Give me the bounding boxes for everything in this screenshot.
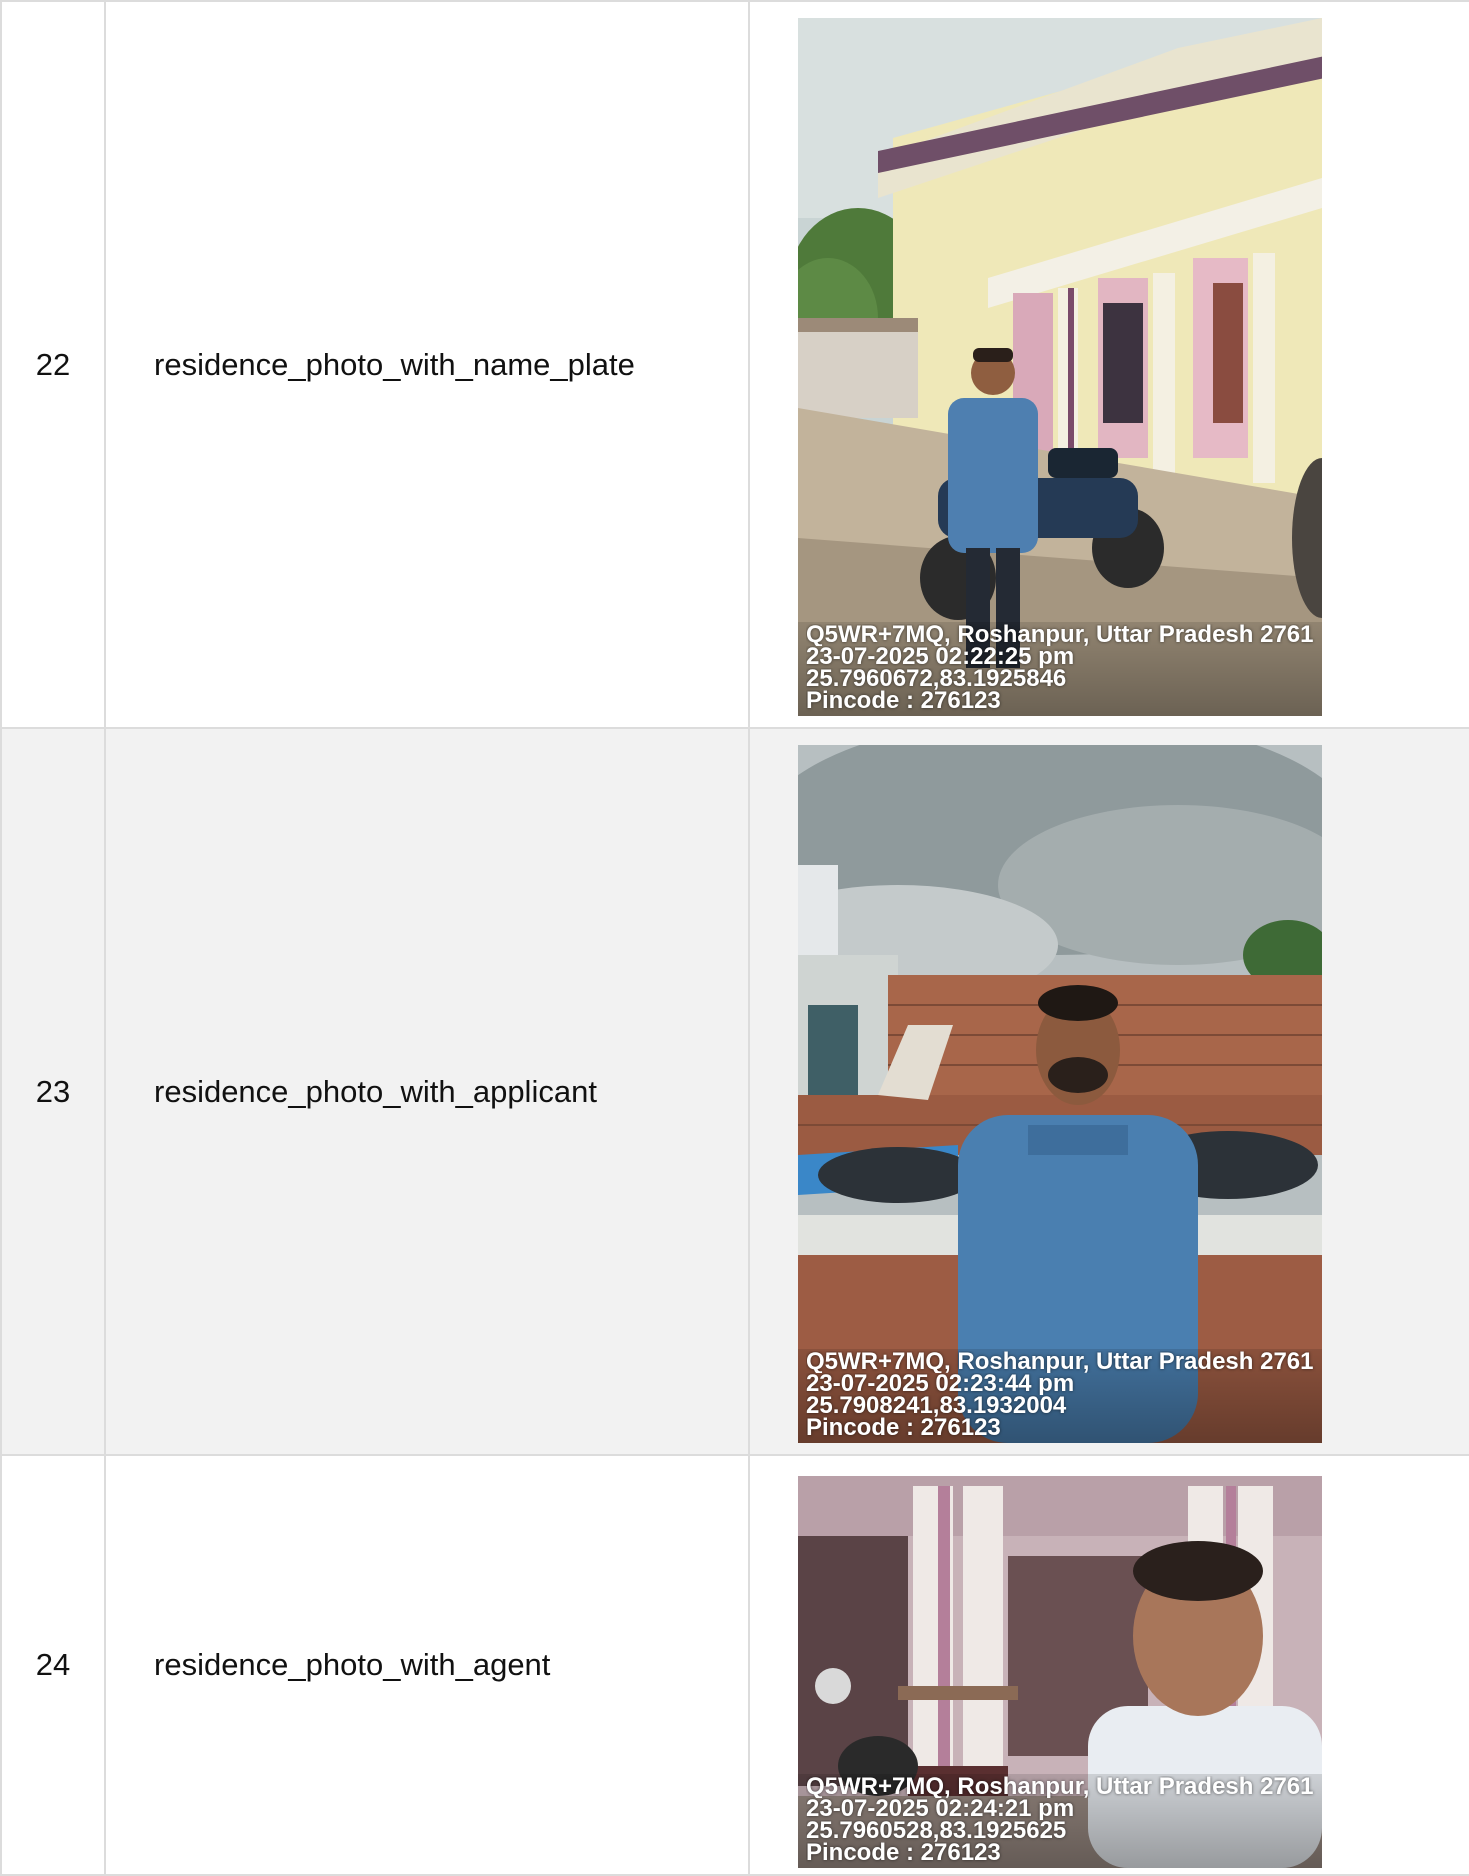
geotag-pincode: Pincode : 276123	[806, 689, 1001, 712]
geotag-address: Q5WR+7MQ, Roshanpur, Uttar Pradesh 2761	[806, 1350, 1314, 1373]
geotag-coordinates: 25.7960672,83.1925846	[806, 667, 1067, 690]
geotag-coordinates: 25.7908241,83.1932004	[806, 1394, 1067, 1417]
geotag-coordinates: 25.7960528,83.1925625	[806, 1820, 1067, 1842]
residence-photo-agent[interactable]: Q5WR+7MQ, Roshanpur, Uttar Pradesh 2761 …	[798, 1476, 1322, 1868]
row-number: 23	[0, 727, 106, 1456]
table-row: 24 residence_photo_with_agent Q5WR+7MQ, …	[0, 1454, 1469, 1876]
row-label: residence_photo_with_agent	[104, 1454, 750, 1876]
photo-scene	[798, 744, 1322, 1443]
table-row: 23 residence_photo_with_applicant Q5WR+7…	[0, 727, 1469, 1456]
table-row: 22 residence_photo_with_name_plate Q5WR+…	[0, 0, 1469, 729]
photo-geotag-caption: Q5WR+7MQ, Roshanpur, Uttar Pradesh 2761 …	[798, 1774, 1322, 1868]
geotag-datetime: 23-07-2025 02:24:21 pm	[806, 1798, 1075, 1820]
photo-geotag-caption: Q5WR+7MQ, Roshanpur, Uttar Pradesh 2761 …	[798, 621, 1322, 716]
row-label: residence_photo_with_applicant	[104, 727, 750, 1456]
geotag-pincode: Pincode : 276123	[806, 1416, 1001, 1439]
geotag-datetime: 23-07-2025 02:22:25 pm	[806, 645, 1075, 668]
row-number: 22	[0, 0, 106, 729]
photo-scene	[798, 17, 1322, 716]
geotag-address: Q5WR+7MQ, Roshanpur, Uttar Pradesh 2761	[806, 1776, 1314, 1798]
photo-cell: Q5WR+7MQ, Roshanpur, Uttar Pradesh 2761 …	[748, 0, 1469, 729]
geotag-datetime: 23-07-2025 02:23:44 pm	[806, 1372, 1075, 1395]
residence-photo-name-plate[interactable]: Q5WR+7MQ, Roshanpur, Uttar Pradesh 2761 …	[798, 17, 1322, 716]
photo-cell: Q5WR+7MQ, Roshanpur, Uttar Pradesh 2761 …	[748, 1454, 1469, 1876]
row-label: residence_photo_with_name_plate	[104, 0, 750, 729]
photo-cell: Q5WR+7MQ, Roshanpur, Uttar Pradesh 2761 …	[748, 727, 1469, 1456]
photo-geotag-caption: Q5WR+7MQ, Roshanpur, Uttar Pradesh 2761 …	[798, 1348, 1322, 1443]
geotag-pincode: Pincode : 276123	[806, 1842, 1001, 1864]
row-number: 24	[0, 1454, 106, 1876]
geotag-address: Q5WR+7MQ, Roshanpur, Uttar Pradesh 2761	[806, 623, 1314, 646]
residence-photo-applicant[interactable]: Q5WR+7MQ, Roshanpur, Uttar Pradesh 2761 …	[798, 744, 1322, 1443]
photo-table: 22 residence_photo_with_name_plate Q5WR+…	[0, 0, 1469, 1876]
